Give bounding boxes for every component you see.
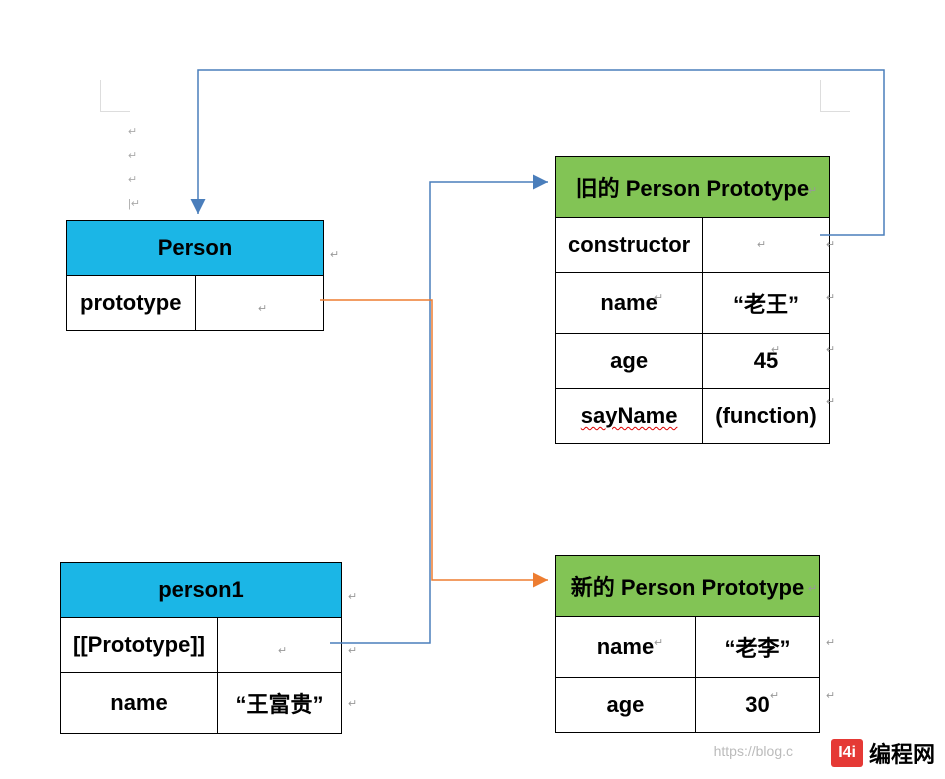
return-mark: ↵ — [348, 697, 357, 710]
decor-block-left — [100, 80, 130, 112]
old-proto-sayname-key: sayName — [556, 389, 703, 444]
new-proto-age-key: age — [556, 678, 696, 733]
return-mark: ↵ — [654, 291, 663, 304]
new-proto-name-val: “老李” — [695, 617, 819, 678]
old-prototype-table: 旧的 Person Prototype constructor name “老王… — [555, 156, 830, 444]
person1-title: person1 — [61, 563, 342, 618]
old-proto-age-key: age — [556, 334, 703, 389]
old-proto-age-val: 45 — [703, 334, 829, 389]
watermark-text: https://blog.c — [714, 743, 793, 759]
return-mark: ↵ — [826, 343, 835, 356]
old-proto-sayname-val: (function) — [703, 389, 829, 444]
person1-name-val: “王富贵” — [217, 673, 341, 734]
edge-person1-to-old-proto — [330, 182, 548, 643]
return-mark: ↵ — [278, 644, 287, 657]
return-mark: ↵ — [771, 343, 780, 356]
old-proto-name-val: “老王” — [703, 273, 829, 334]
decor-block-right — [820, 80, 850, 112]
person1-instance-table: person1 [[Prototype]] name “王富贵” — [60, 562, 342, 734]
return-mark: ↵ — [826, 238, 835, 251]
person1-proto-key: [[Prototype]] — [61, 618, 218, 673]
edge-prototype-to-new-proto — [320, 300, 548, 580]
editing-cursor-marks: ↵↵↵|↵ — [128, 120, 140, 216]
return-mark: ↵ — [808, 582, 817, 595]
return-mark: ↵ — [770, 689, 779, 702]
return-mark: ↵ — [826, 636, 835, 649]
new-proto-name-key: name — [556, 617, 696, 678]
person-prototype-key: prototype — [67, 276, 196, 331]
return-mark: ↵ — [348, 590, 357, 603]
old-proto-name-key: name — [556, 273, 703, 334]
new-proto-age-val: 30 — [695, 678, 819, 733]
person-constructor-table: Person prototype — [66, 220, 324, 331]
return-mark: ↵ — [757, 238, 766, 251]
old-proto-title: 旧的 Person Prototype — [556, 157, 830, 218]
new-prototype-table: 新的 Person Prototype name “老李” age 30 — [555, 555, 820, 733]
logo-text: 编程网 — [869, 737, 935, 769]
return-mark: ↵ — [808, 184, 817, 197]
return-mark: ↵ — [826, 395, 835, 408]
return-mark: ↵ — [826, 291, 835, 304]
logo-badge: I4i — [831, 739, 863, 767]
return-mark: ↵ — [258, 302, 267, 315]
person1-name-key: name — [61, 673, 218, 734]
site-logo: I4i 编程网 — [831, 737, 935, 769]
return-mark: ↵ — [826, 689, 835, 702]
return-mark: ↵ — [330, 248, 339, 261]
old-proto-constructor-key: constructor — [556, 218, 703, 273]
person-title: Person — [67, 221, 324, 276]
new-proto-title: 新的 Person Prototype — [556, 556, 820, 617]
return-mark: ↵ — [654, 636, 663, 649]
return-mark: ↵ — [348, 644, 357, 657]
